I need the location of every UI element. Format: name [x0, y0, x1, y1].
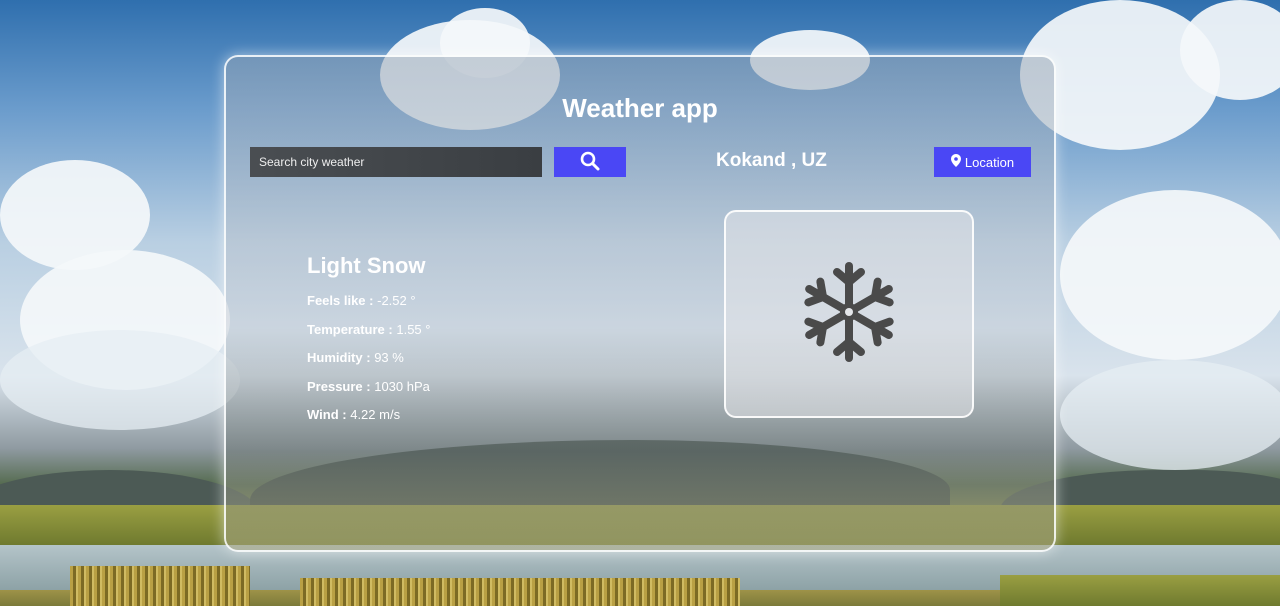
location-button[interactable]: Location [934, 147, 1031, 177]
city-label: Kokand , UZ [716, 150, 827, 171]
page-title: Weather app [562, 93, 718, 123]
detail-label: Wind : [307, 407, 347, 422]
map-marker-icon [950, 154, 961, 170]
reeds [70, 566, 250, 606]
weather-icon-card [724, 210, 974, 418]
detail-label: Humidity : [307, 350, 371, 365]
field [1000, 575, 1280, 606]
cloud [0, 330, 240, 430]
detail-label: Feels like : [307, 293, 374, 308]
snowflake-icon [799, 260, 899, 369]
reeds [300, 578, 740, 606]
detail-value: 93 % [374, 350, 404, 365]
detail-humidity: Humidity : 93 % [307, 350, 430, 379]
search-icon [580, 151, 600, 174]
detail-value: 4.22 m/s [350, 407, 401, 422]
detail-label: Pressure : [307, 378, 371, 394]
cloud [1060, 360, 1280, 470]
detail-value: -2.52 ° [377, 293, 416, 308]
detail-feels-like: Feels like : -2.52 ° [307, 293, 430, 322]
search-button[interactable] [554, 147, 626, 177]
weather-condition: Light Snow [307, 253, 426, 278]
detail-value: 1030 hPa [374, 378, 430, 394]
cloud [1060, 190, 1280, 360]
weather-panel: Weather app Kokand , UZ Location Light S… [224, 55, 1056, 552]
detail-wind: Wind : 4.22 m/s [307, 407, 430, 436]
location-button-label: Location [964, 154, 1015, 170]
detail-temperature: Temperature : 1.55 ° [307, 322, 430, 351]
weather-details: Feels like : -2.52 ° Temperature : 1.55 … [307, 293, 430, 436]
detail-pressure: Pressure : 1030 hPa [307, 379, 430, 408]
detail-label: Temperature : [307, 321, 393, 337]
detail-value: 1.55 ° [396, 321, 431, 337]
search-input[interactable] [250, 147, 542, 177]
